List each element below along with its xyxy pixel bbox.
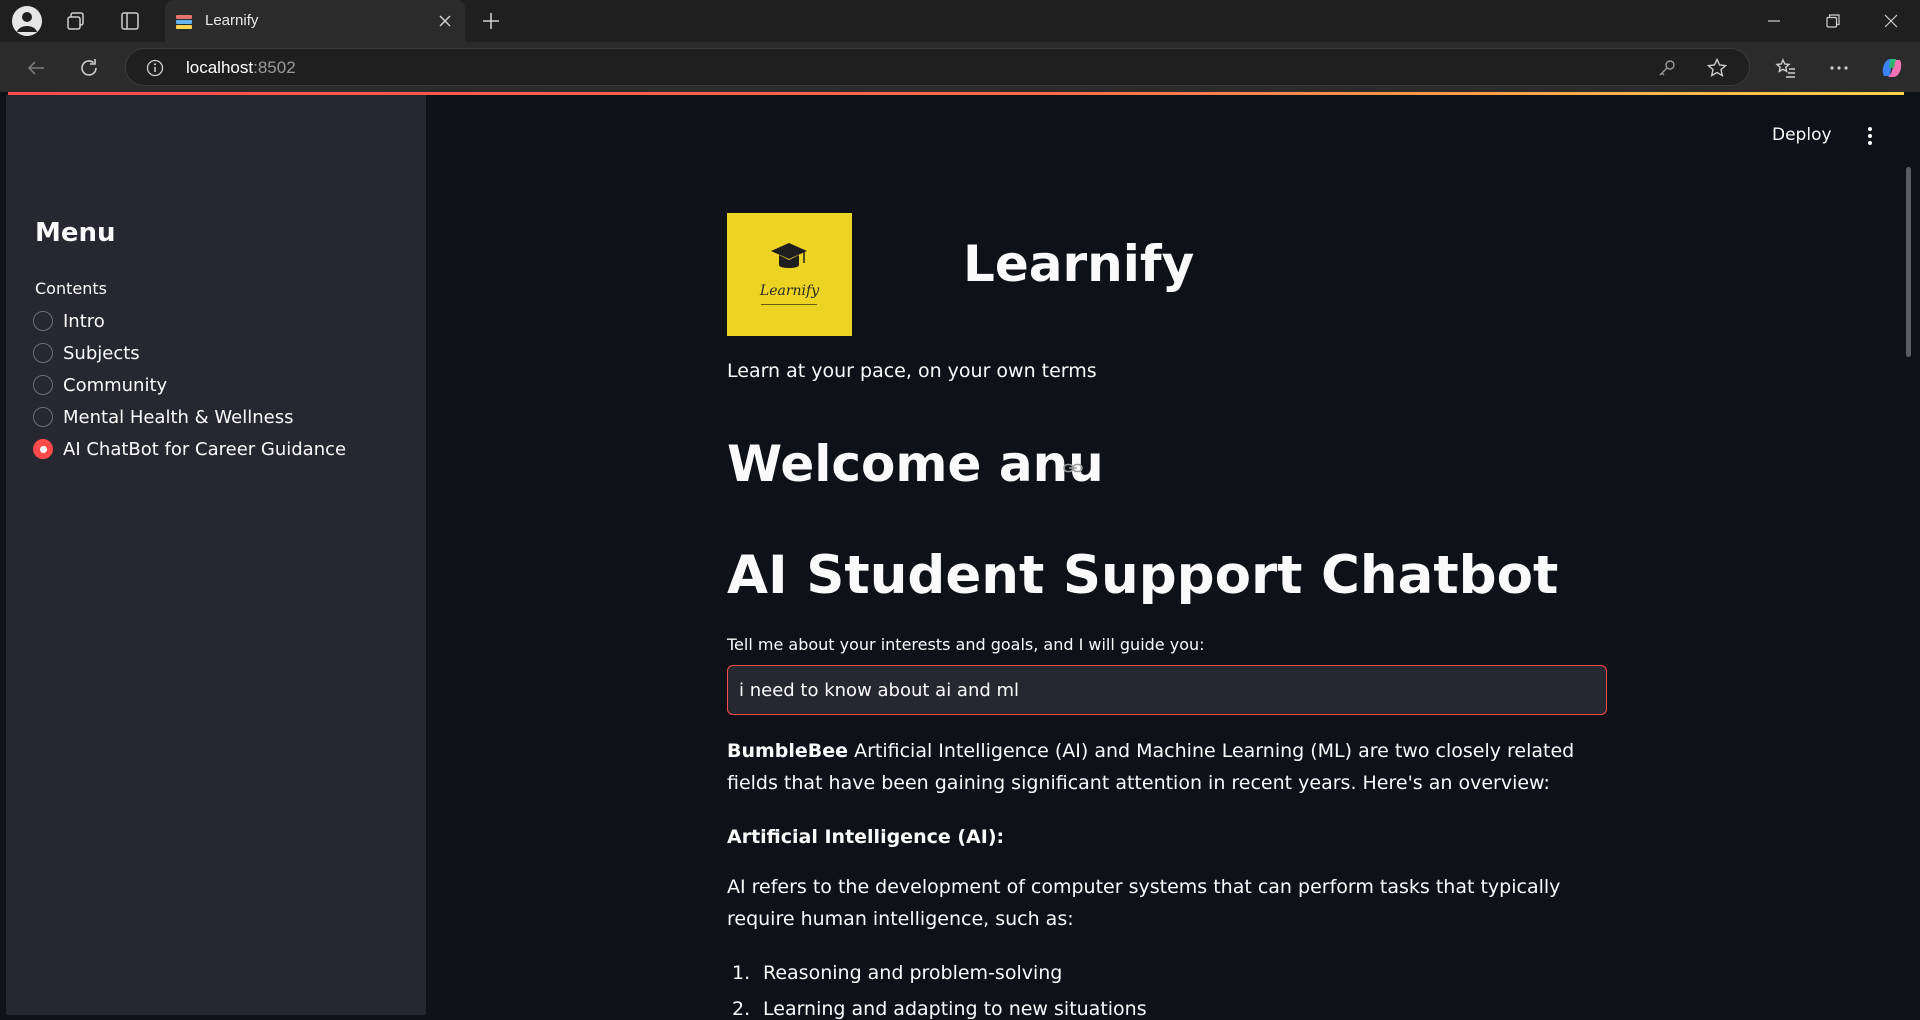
graduation-cap-icon (771, 243, 807, 268)
deploy-button[interactable]: Deploy (1772, 125, 1832, 145)
list-item: 2. Learning and adapting to new situatio… (727, 991, 1607, 1020)
tab-close-icon[interactable] (435, 11, 455, 31)
url-bar[interactable]: localhost:8502 (125, 48, 1750, 86)
restore-icon[interactable] (1804, 0, 1862, 42)
list-text: Learning and adapting to new situations (763, 998, 1147, 1020)
logo: Learnify (727, 213, 852, 336)
password-key-icon[interactable] (1656, 57, 1678, 79)
tab-title: Learnify (205, 12, 259, 29)
radio-button[interactable] (33, 375, 53, 395)
radio-label: Intro (63, 310, 105, 332)
favorite-star-icon[interactable] (1706, 57, 1728, 79)
radio-item-intro[interactable]: Intro (33, 305, 346, 337)
profile-avatar-icon[interactable] (12, 6, 42, 36)
app-container: Menu Contents Intro Subjects Community M… (6, 95, 1914, 1020)
scrollbar[interactable] (1906, 167, 1911, 357)
browser-tab-bar: Learnify (0, 0, 1920, 42)
radio-button-selected[interactable] (33, 439, 53, 459)
response-list: 1. Reasoning and problem-solving 2. Lear… (727, 955, 1607, 1020)
tab-favicon-icon (176, 15, 192, 29)
close-window-icon[interactable] (1862, 0, 1920, 42)
list-text: Reasoning and problem-solving (763, 962, 1063, 984)
url-text: localhost:8502 (186, 58, 296, 77)
reload-icon[interactable] (73, 52, 105, 84)
back-arrow-icon[interactable] (20, 52, 52, 84)
radio-button[interactable] (33, 407, 53, 427)
radio-label: Subjects (63, 342, 140, 364)
copilot-icon[interactable] (1876, 52, 1908, 84)
site-info-icon[interactable] (146, 59, 164, 77)
vertical-tabs-icon[interactable] (116, 7, 144, 35)
tagline: Learn at your pace, on your own terms (727, 360, 1097, 382)
radio-item-community[interactable]: Community (33, 369, 346, 401)
input-label: Tell me about your interests and goals, … (727, 635, 1205, 654)
list-number: 2. (732, 998, 751, 1020)
active-tab[interactable]: Learnify (165, 0, 465, 42)
radio-label: AI ChatBot for Career Guidance (63, 438, 347, 460)
radio-label: Community (63, 374, 168, 396)
main-menu-icon[interactable] (1860, 125, 1880, 147)
response-heading: Artificial Intelligence (AI): (727, 826, 1005, 848)
radio-group-label: Contents (35, 279, 107, 298)
radio-item-subjects[interactable]: Subjects (33, 337, 346, 369)
minimize-icon[interactable] (1745, 0, 1803, 42)
sidebar-radio-group: Intro Subjects Community Mental Health &… (33, 305, 346, 465)
welcome-heading: Welcome anu (727, 435, 1104, 493)
workspaces-icon[interactable] (62, 7, 90, 35)
sidebar: Menu Contents Intro Subjects Community M… (6, 95, 426, 1015)
radio-item-ai-chatbot[interactable]: AI ChatBot for Career Guidance (33, 433, 346, 465)
brand-title: Learnify (963, 235, 1195, 293)
radio-button[interactable] (33, 311, 53, 331)
radio-label: Mental Health & Wellness (63, 406, 294, 428)
radio-button[interactable] (33, 343, 53, 363)
radio-item-mental-health[interactable]: Mental Health & Wellness (33, 401, 346, 433)
main-content: Learnify Learnify Learn at your pace, on… (727, 95, 1612, 1020)
query-input[interactable] (727, 665, 1607, 715)
chatbot-title: AI Student Support Chatbot (727, 545, 1559, 606)
query-input-field[interactable] (728, 666, 1606, 714)
response-intro-text: Artificial Intelligence (AI) and Machine… (727, 740, 1575, 794)
sidebar-title: Menu (35, 218, 116, 248)
logo-underline (761, 304, 817, 305)
new-tab-icon[interactable] (477, 7, 505, 35)
response-intro: BumbleBee Artificial Intelligence (AI) a… (727, 735, 1607, 799)
anchor-link-icon[interactable] (1062, 457, 1084, 479)
list-item: 1. Reasoning and problem-solving (727, 955, 1607, 991)
list-number: 1. (732, 962, 751, 984)
favorites-list-icon[interactable] (1770, 52, 1802, 84)
address-toolbar: localhost:8502 (0, 42, 1920, 92)
bot-name: BumbleBee (727, 740, 849, 762)
more-options-icon[interactable] (1823, 52, 1855, 84)
response-paragraph: AI refers to the development of computer… (727, 876, 1561, 930)
logo-text: Learnify (759, 283, 820, 299)
